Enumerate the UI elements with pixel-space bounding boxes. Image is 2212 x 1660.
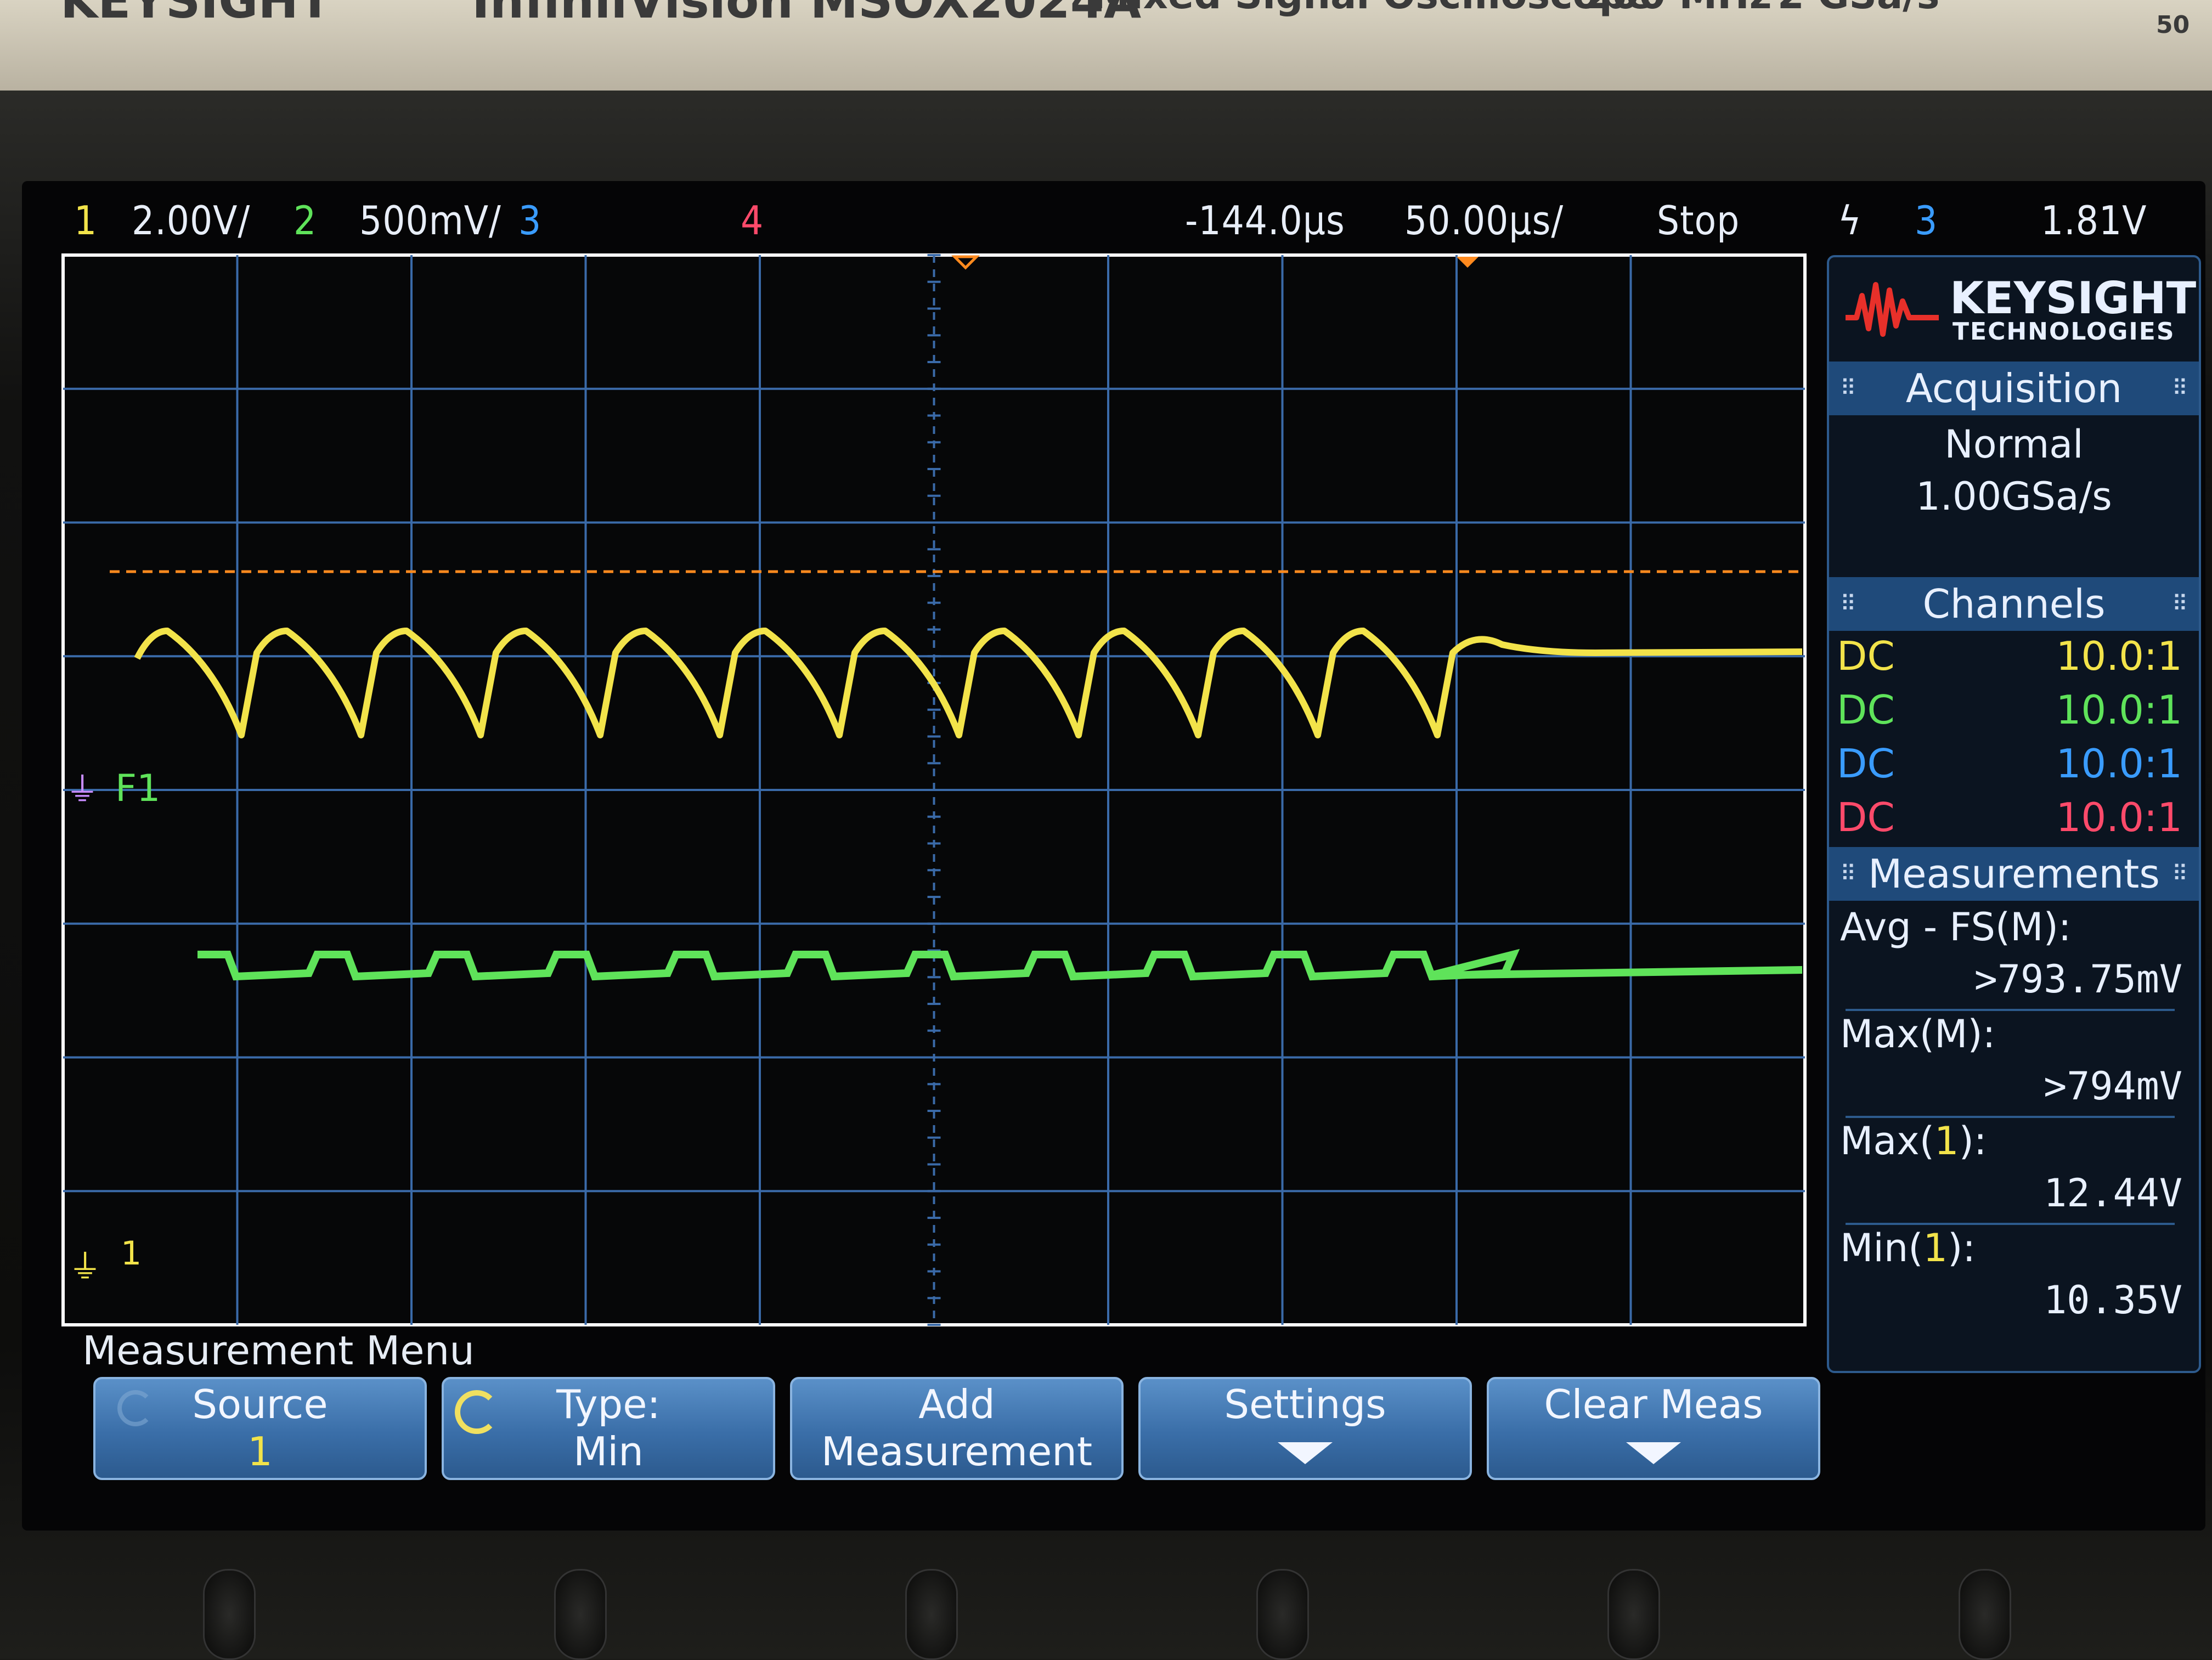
measurement-value-3: 12.44V (2044, 1171, 2182, 1216)
measurements-header[interactable]: ⠿ Measurements ⠿ (1829, 847, 2199, 901)
drag-handle-icon: ⠿ (1840, 376, 1857, 401)
softkey-type[interactable]: Type: Min (442, 1377, 775, 1480)
bezel-badge: 50 (2156, 11, 2190, 39)
menu-title: Measurement Menu (82, 1328, 475, 1374)
side-panel: KEYSIGHT TECHNOLOGIES ⠿ Acquisition ⠿ No… (1827, 255, 2201, 1373)
acquisition-header[interactable]: ⠿ Acquisition ⠿ (1829, 362, 2199, 415)
channel-row-4: DC 10.0:1 (1837, 794, 2182, 840)
center-axis-ticks (927, 254, 941, 1326)
bezel-model: InfiniiVision MSOX2024A (472, 0, 1142, 29)
drag-handle-icon: ⠿ (2171, 861, 2188, 887)
measurement-value-2: >794mV (2044, 1064, 2182, 1109)
channel-row-1: DC 10.0:1 (1837, 633, 2182, 679)
trigger-level: 1.81V (2041, 197, 2147, 244)
logo-text: KEYSIGHT (1950, 273, 2197, 324)
channel-row-3: DC 10.0:1 (1837, 741, 2182, 787)
measurement-label-2: Max(M): (1840, 1012, 1996, 1057)
hw-softkey-4[interactable] (1256, 1569, 1309, 1660)
softkey-clear-meas[interactable]: Clear Meas (1487, 1377, 1820, 1480)
measurement-label-4: Min(1): (1840, 1226, 1976, 1271)
drag-handle-icon: ⠿ (1840, 861, 1857, 887)
acquisition-rate: 1.00GSa/s (1916, 474, 2112, 519)
bezel-description: Mixed Signal Oscilloscope (1092, 0, 1652, 18)
keysight-logo-icon (1846, 274, 1939, 340)
hw-softkey-5[interactable] (1607, 1569, 1660, 1660)
measurement-divider (1846, 1009, 2175, 1011)
softkey-add-measurement[interactable]: Add Measurement (790, 1377, 1124, 1480)
f1-ground-icon[interactable]: ⏚ (66, 771, 99, 809)
hw-softkey-3[interactable] (905, 1569, 958, 1660)
trigger-source: 3 (1915, 197, 1938, 244)
bezel-bandwidth: 200 MHz (1585, 0, 1771, 18)
measurement-label-3: Max(1): (1840, 1119, 1987, 1164)
bezel-sample-rate: 2 GSa/s (1778, 0, 1939, 18)
softkey-settings[interactable]: Settings (1138, 1377, 1472, 1480)
submenu-arrow-icon (1626, 1442, 1681, 1464)
acquisition-mode: Normal (1944, 422, 2084, 467)
oscilloscope-screen: 1 2.00V/ 2 500mV/ 3 4 -144.0µs 50.00µs/ … (22, 181, 2205, 1531)
f1-marker-label[interactable]: F1 (115, 767, 160, 810)
ch1-marker-label[interactable]: 1 (121, 1234, 142, 1273)
measurement-value-4: 10.35V (2044, 1278, 2182, 1323)
submenu-arrow-icon (1278, 1442, 1333, 1464)
channel-row-2: DC 10.0:1 (1837, 687, 2182, 733)
drag-handle-icon: ⠿ (2171, 376, 2188, 401)
measurement-label-1: Avg - FS(M): (1840, 905, 2072, 950)
instrument-bezel-top: KEYSIGHT InfiniiVision MSOX2024A Mixed S… (0, 0, 2212, 91)
trigger-slope-icon: ϟ (1838, 197, 1862, 244)
bezel-brand: KEYSIGHT (60, 0, 332, 29)
hw-softkey-6[interactable] (1959, 1569, 2011, 1660)
softkey-source[interactable]: Source 1 (93, 1377, 427, 1480)
drag-handle-icon: ⠿ (2171, 591, 2188, 617)
hw-softkey-1[interactable] (203, 1569, 256, 1660)
ch1-ground-icon[interactable]: ⏚ (69, 1248, 101, 1286)
measurement-divider (1846, 1223, 2175, 1225)
logo-subtext: TECHNOLOGIES (1953, 318, 2175, 346)
measurement-value-1: >793.75mV (1974, 957, 2182, 1002)
channels-header[interactable]: ⠿ Channels ⠿ (1829, 577, 2199, 631)
waveform-display: ⏚ F1 ⏚ 1 (61, 253, 1807, 1326)
drag-handle-icon: ⠿ (1840, 591, 1857, 617)
hw-softkey-2[interactable] (554, 1569, 607, 1660)
measurement-divider (1846, 1116, 2175, 1118)
